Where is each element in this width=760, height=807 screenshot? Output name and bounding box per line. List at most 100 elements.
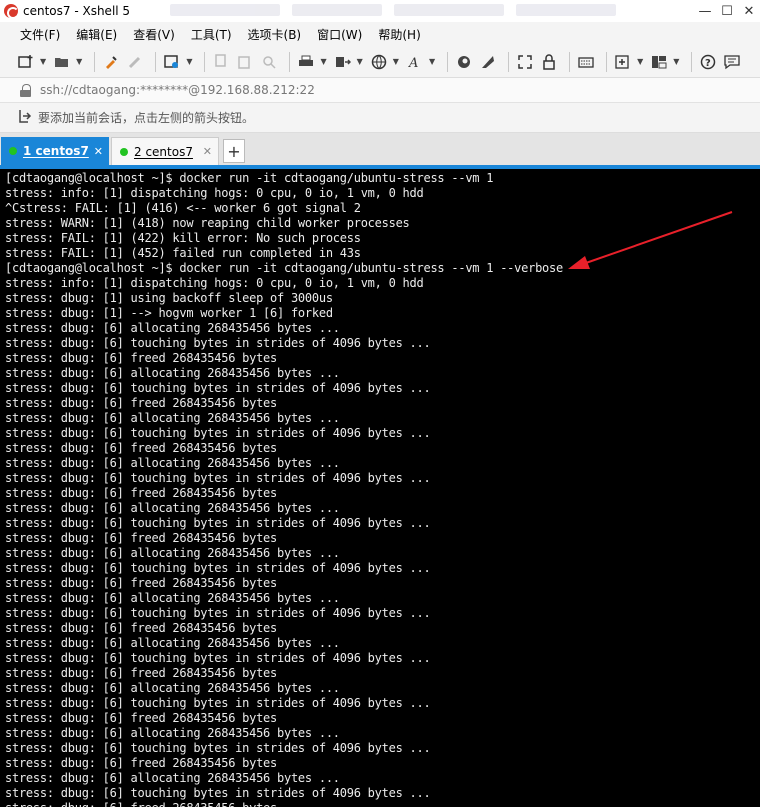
terminal-line: stress: dbug: [6] freed 268435456 bytes [5, 351, 278, 365]
chevron-down-icon[interactable]: ▼ [673, 57, 679, 66]
print-icon[interactable] [296, 52, 316, 72]
layout-icon[interactable] [649, 52, 669, 72]
terminal-line: stress: dbug: [6] freed 268435456 bytes [5, 576, 278, 590]
terminal-line: ^Cstress: FAIL: [1] (416) <-- worker 6 g… [5, 201, 361, 215]
terminal-line: stress: dbug: [1] --> hogvm worker 1 [6]… [5, 306, 333, 320]
session-hint-bar: 要添加当前会话，点击左侧的箭头按钮。 [0, 103, 760, 133]
open-folder-icon[interactable] [52, 52, 72, 72]
menu-edit[interactable]: 编辑(E) [76, 26, 117, 43]
connected-status-icon [9, 147, 17, 155]
terminal-line: stress: info: [1] dispatching hogs: 0 cp… [5, 186, 424, 200]
chevron-down-icon[interactable]: ▼ [393, 57, 399, 66]
tab-session-2[interactable]: 2 centos7 ✕ [111, 137, 219, 165]
hint-text: 要添加当前会话，点击左侧的箭头按钮。 [38, 111, 255, 125]
connected-status-icon [120, 147, 128, 156]
terminal-line: stress: dbug: [1] using backoff sleep of… [5, 291, 333, 305]
add-session-arrow-icon[interactable] [18, 109, 32, 127]
copy-icon[interactable] [211, 52, 231, 72]
menu-window[interactable]: 窗口(W) [317, 26, 362, 43]
fullscreen-icon[interactable] [515, 52, 535, 72]
menu-file[interactable]: 文件(F) [20, 26, 60, 43]
reconnect-icon[interactable] [101, 52, 121, 72]
toolbar-divider [606, 51, 608, 72]
chevron-down-icon[interactable]: ▼ [357, 57, 363, 66]
menu-help[interactable]: 帮助(H) [378, 26, 420, 43]
keyboard-icon[interactable] [576, 52, 596, 72]
terminal-line: stress: dbug: [6] freed 268435456 bytes [5, 666, 278, 680]
terminal-line: stress: dbug: [6] allocating 268435456 b… [5, 591, 340, 605]
terminal-line: stress: dbug: [6] allocating 268435456 b… [5, 546, 340, 560]
terminal-output[interactable]: [cdtaogang@localhost ~]$ docker run -it … [0, 169, 760, 807]
terminal-line: stress: FAIL: [1] (452) failed run compl… [5, 246, 361, 260]
terminal-line: stress: dbug: [6] touching bytes in stri… [5, 426, 431, 440]
toolbar-divider [691, 51, 693, 72]
menu-view[interactable]: 查看(V) [133, 26, 175, 43]
transfer-icon[interactable] [333, 52, 353, 72]
lock-icon[interactable] [539, 52, 559, 72]
terminal-line: stress: dbug: [6] freed 268435456 bytes [5, 396, 278, 410]
terminal-line: stress: dbug: [6] touching bytes in stri… [5, 471, 431, 485]
chevron-down-icon[interactable]: ▼ [637, 57, 643, 66]
title-bar[interactable]: centos7 - Xshell 5 — ☐ ✕ [0, 0, 760, 22]
menu-tools[interactable]: 工具(T) [191, 26, 232, 43]
find-icon[interactable] [259, 52, 279, 72]
toolbar-divider [508, 51, 510, 72]
terminal-line: stress: dbug: [6] freed 268435456 bytes [5, 441, 278, 455]
chevron-down-icon[interactable]: ▼ [429, 57, 435, 66]
close-icon[interactable]: ✕ [203, 145, 212, 158]
chevron-down-icon[interactable]: ▼ [76, 57, 82, 66]
terminal-line: stress: dbug: [6] freed 268435456 bytes [5, 711, 278, 725]
terminal-line: stress: dbug: [6] touching bytes in stri… [5, 561, 431, 575]
terminal-line: stress: dbug: [6] allocating 268435456 b… [5, 366, 340, 380]
address-bar[interactable]: ssh://cdtaogang:********@192.168.88.212:… [0, 78, 760, 103]
minimize-button[interactable]: — [694, 4, 716, 19]
window-title: centos7 - Xshell 5 [23, 4, 131, 18]
font-icon[interactable]: A [405, 52, 425, 72]
tab-session-1[interactable]: 1 centos7 ✕ [1, 137, 109, 165]
paste-icon[interactable] [235, 52, 255, 72]
chat-icon[interactable] [722, 52, 742, 72]
xftp-icon[interactable] [454, 52, 474, 72]
terminal-line: stress: dbug: [6] allocating 268435456 b… [5, 411, 340, 425]
help-icon[interactable]: ? [698, 52, 718, 72]
close-button[interactable]: ✕ [738, 4, 760, 19]
menu-bar: 文件(F) 编辑(E) 查看(V) 工具(T) 选项卡(B) 窗口(W) 帮助(… [0, 22, 760, 46]
terminal-line: stress: dbug: [6] allocating 268435456 b… [5, 771, 340, 785]
terminal-line: stress: dbug: [6] touching bytes in stri… [5, 786, 431, 800]
menu-tabs[interactable]: 选项卡(B) [248, 26, 302, 43]
session-address[interactable]: ssh://cdtaogang:********@192.168.88.212:… [40, 83, 315, 97]
chevron-down-icon[interactable]: ▼ [186, 57, 192, 66]
add-tab-button[interactable]: + [223, 139, 245, 163]
terminal-line: stress: dbug: [6] touching bytes in stri… [5, 651, 431, 665]
xmanager-icon[interactable] [478, 52, 498, 72]
toolbar: ▼ ▼ ▼ ▼ ▼ ▼ A ▼ ▼ ▼ ? [0, 46, 760, 78]
terminal-line: stress: dbug: [6] freed 268435456 bytes [5, 756, 278, 770]
terminal-line: stress: dbug: [6] allocating 268435456 b… [5, 726, 340, 740]
close-icon[interactable]: ✕ [94, 145, 103, 158]
new-session-icon[interactable] [16, 52, 36, 72]
terminal-line: stress: dbug: [6] freed 268435456 bytes [5, 531, 278, 545]
properties-icon[interactable] [162, 52, 182, 72]
toolbar-divider [155, 51, 157, 72]
terminal-line: stress: dbug: [6] touching bytes in stri… [5, 696, 431, 710]
chevron-down-icon[interactable]: ▼ [320, 57, 326, 66]
terminal-line: stress: dbug: [6] allocating 268435456 b… [5, 456, 340, 470]
toolbar-divider [447, 51, 449, 72]
disconnect-icon[interactable] [125, 52, 145, 72]
toolbar-divider [569, 51, 571, 72]
terminal-line: stress: dbug: [6] touching bytes in stri… [5, 381, 431, 395]
terminal-line: [cdtaogang@localhost ~]$ docker run -it … [5, 171, 494, 185]
terminal-line: stress: dbug: [6] allocating 268435456 b… [5, 681, 340, 695]
terminal-line: stress: dbug: [6] touching bytes in stri… [5, 516, 431, 530]
svg-text:A: A [408, 56, 418, 70]
terminal-line: stress: dbug: [6] allocating 268435456 b… [5, 636, 340, 650]
toolbar-divider [94, 51, 96, 72]
chevron-down-icon[interactable]: ▼ [40, 57, 46, 66]
terminal-line: stress: dbug: [6] touching bytes in stri… [5, 741, 431, 755]
new-tab-icon[interactable] [613, 52, 633, 72]
globe-icon[interactable] [369, 52, 389, 72]
maximize-button[interactable]: ☐ [716, 4, 738, 19]
terminal-line: stress: dbug: [6] touching bytes in stri… [5, 606, 431, 620]
xshell-logo-icon [4, 4, 19, 19]
terminal-line: stress: info: [1] dispatching hogs: 0 cp… [5, 276, 424, 290]
